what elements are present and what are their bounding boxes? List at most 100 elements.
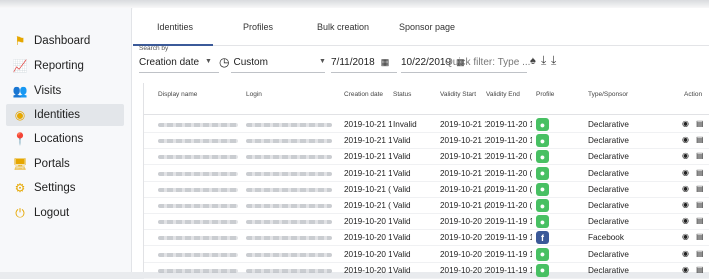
fingerprint-icon: ◉ <box>14 108 26 122</box>
calendar-icon[interactable]: ▦ <box>381 57 390 68</box>
login-redacted <box>246 123 332 127</box>
person-icon: ● <box>536 199 549 212</box>
table-row[interactable]: 2019-10-20 1 Valid 2019-10-20 1 2019-11-19 … <box>144 263 709 279</box>
sidebar-item-label: Logout <box>34 207 70 219</box>
display-name-redacted <box>158 123 238 127</box>
table-row[interactable]: 2019-10-21 1 Invalid 2019-10-21 1 2019-11-2… <box>144 117 709 133</box>
print-icon[interactable]: ▤ <box>696 200 704 209</box>
print-icon[interactable]: ▤ <box>696 216 704 225</box>
start-date-input[interactable]: 7/11/2018 ▦ <box>331 53 395 71</box>
table-row[interactable]: 2019-10-21 1 Valid 2019-10-21 1 2019-11-20 … <box>144 133 709 150</box>
print-icon[interactable]: ▤ <box>696 232 704 241</box>
print-icon[interactable]: ▤ <box>696 265 704 274</box>
sidebar-item-label: Identities <box>34 109 81 121</box>
validity-end-cell: 2019-11-19 1 <box>486 233 532 243</box>
search-by-select[interactable]: Creation date ▼ <box>139 53 217 71</box>
tab-identities[interactable]: Identities <box>157 22 193 32</box>
tab-profiles[interactable]: Profiles <box>243 22 273 32</box>
download-icon[interactable]: ⤓ <box>541 53 546 68</box>
status-cell: Valid <box>393 249 411 259</box>
table-row[interactable]: 2019-10-20 1 Valid 2019-10-20 1 2019-11-19 … <box>144 230 709 247</box>
sidebar-item-visits[interactable]: 👥 Visits <box>6 80 124 102</box>
table-row[interactable]: 2019-10-21 (Valid 2019-10-21 (2019-11-20 … <box>144 198 709 214</box>
creation-date-cell: 2019-10-20 1 <box>344 249 392 259</box>
tab-bulk-creation[interactable]: Bulk creation <box>317 22 369 32</box>
clock-icon: ◷ <box>219 55 230 69</box>
login-redacted <box>246 171 332 176</box>
col-login[interactable]: Login <box>246 91 262 98</box>
sidebar-item-identities[interactable]: ◉ Identities <box>6 104 124 126</box>
sidebar-item-logout[interactable]: ⏻ Logout <box>6 202 124 224</box>
eye-icon[interactable]: ◉ <box>682 216 689 225</box>
table-header: Display name Login Creation date Status … <box>144 83 709 115</box>
creation-date-cell: 2019-10-20 1 <box>344 265 392 275</box>
validity-start-cell: 2019-10-21 1 <box>440 120 486 129</box>
eye-icon[interactable]: ◉ <box>682 184 689 193</box>
print-icon[interactable]: ▤ <box>696 168 704 177</box>
type-sponsor-cell: Declarative <box>588 265 629 275</box>
login-redacted <box>246 268 332 273</box>
sidebar-item-locations[interactable]: 📍 Locations <box>6 128 124 150</box>
col-status[interactable]: Status <box>393 91 411 98</box>
sidebar-item-label: Settings <box>34 182 76 194</box>
eye-icon[interactable]: ◉ <box>682 135 689 144</box>
filter-icon[interactable]: ♠ <box>530 55 536 67</box>
status-cell: Valid <box>393 265 411 275</box>
table-row[interactable]: 2019-10-20 1 Valid 2019-10-20 1 2019-11-19 … <box>144 247 709 263</box>
col-creation-date[interactable]: Creation date <box>344 91 383 98</box>
col-profile[interactable]: Profile <box>536 91 554 98</box>
validity-end-cell: 2019-11-20 ( <box>486 201 532 210</box>
col-validity-end[interactable]: Validity End <box>486 91 520 98</box>
sidebar-item-settings[interactable]: ⚙ Settings <box>6 177 124 199</box>
sidebar-item-reporting[interactable]: 📈 Reporting <box>6 55 124 77</box>
eye-icon[interactable]: ◉ <box>682 232 689 241</box>
eye-icon[interactable]: ◉ <box>682 151 689 160</box>
print-icon[interactable]: ▤ <box>696 184 704 193</box>
creation-date-cell: 2019-10-21 1 <box>344 168 392 178</box>
validity-start-cell: 2019-10-20 1 <box>440 233 486 243</box>
chevron-down-icon: ▼ <box>205 58 212 65</box>
eye-icon[interactable]: ◉ <box>682 249 689 258</box>
col-validity-start[interactable]: Validity Start <box>440 91 476 98</box>
sidebar-item-label: Visits <box>34 85 62 97</box>
eye-icon[interactable]: ◉ <box>682 200 689 209</box>
quick-filter-placeholder: Quick filter: Type ... <box>445 56 531 68</box>
print-icon[interactable]: ▤ <box>696 119 704 128</box>
table-row[interactable]: 2019-10-21 1 Valid 2019-10-21 1 2019-11-20 … <box>144 166 709 182</box>
status-cell: Valid <box>393 201 411 210</box>
display-name-redacted <box>158 204 238 208</box>
status-cell: Valid <box>393 217 411 227</box>
validity-start-cell: 2019-10-21 1 <box>440 168 486 178</box>
eye-icon[interactable]: ◉ <box>682 119 689 128</box>
col-display-name[interactable]: Display name <box>158 91 197 98</box>
creation-date-cell: 2019-10-21 1 <box>344 136 392 146</box>
eye-icon[interactable]: ◉ <box>682 265 689 274</box>
display-name-redacted <box>158 236 238 241</box>
table-row[interactable]: 2019-10-21 (Valid 2019-10-21 (2019-11-20 … <box>144 182 709 198</box>
people-icon: 👥 <box>12 84 28 98</box>
table-row[interactable]: 2019-10-21 1 Valid 2019-10-21 1 2019-11-20 … <box>144 149 709 166</box>
validity-end-cell: 2019-11-20 1 <box>486 120 532 129</box>
col-type-sponsor[interactable]: Type/Sponsor <box>588 91 628 98</box>
period-select[interactable]: ◷ Custom ▼ <box>219 53 326 71</box>
type-sponsor-cell: Declarative <box>588 249 629 259</box>
print-icon[interactable]: ▤ <box>696 151 704 160</box>
tab-sponsor-page[interactable]: Sponsor page <box>399 22 455 32</box>
validity-end-cell: 2019-11-20 ( <box>486 168 532 178</box>
login-redacted <box>246 155 332 160</box>
print-icon[interactable]: ▤ <box>696 249 704 258</box>
search-by-value: Creation date <box>139 56 200 68</box>
status-cell: Valid <box>393 233 411 243</box>
export-icon[interactable]: ⤓ <box>551 53 556 68</box>
col-action[interactable]: Action <box>684 91 702 98</box>
sidebar-item-portals[interactable]: 🖥 Portals <box>6 153 124 175</box>
sidebar-item-label: Reporting <box>34 60 84 72</box>
table-row[interactable]: 2019-10-20 1 Valid 2019-10-20 1 2019-11-19 … <box>144 214 709 231</box>
sidebar: ⚑ Dashboard 📈 Reporting 👥 Visits ◉ Identities 📍 L… <box>0 8 132 272</box>
eye-icon[interactable]: ◉ <box>682 168 689 177</box>
period-underline <box>231 72 325 73</box>
sidebar-item-dashboard[interactable]: ⚑ Dashboard <box>6 30 124 52</box>
print-icon[interactable]: ▤ <box>696 135 704 144</box>
type-sponsor-cell: Facebook <box>588 233 624 243</box>
quick-filter-input[interactable]: Quick filter: Type ... <box>445 53 555 71</box>
